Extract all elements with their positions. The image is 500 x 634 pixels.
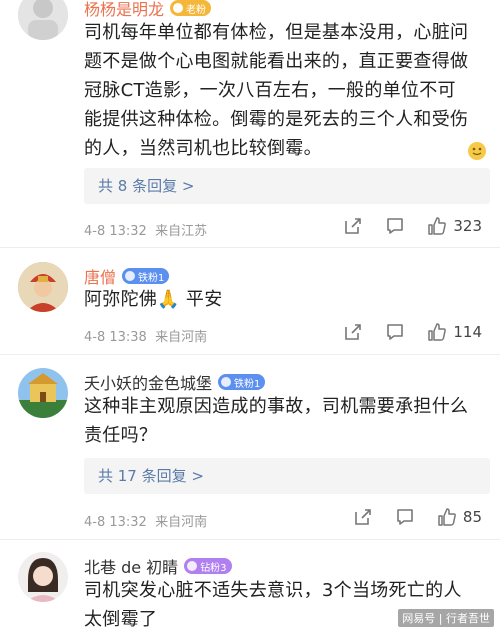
avatar-image — [18, 0, 68, 40]
action-bar: 114 — [343, 322, 482, 342]
crown-icon — [173, 3, 184, 13]
badge-label: 铁粉1 — [138, 272, 165, 284]
like-button[interactable]: 323 — [427, 216, 482, 236]
comment-header: 北巷 de 初睛 钻粉3 — [84, 554, 232, 578]
fan-badge: 钻粉3 — [184, 558, 232, 574]
like-button[interactable]: 85 — [437, 507, 482, 527]
text-line: 的人，当然司机也比较倒霉。 — [84, 138, 322, 159]
username[interactable]: 杨杨是明龙 — [84, 0, 164, 20]
avatar[interactable] — [18, 0, 68, 40]
share-icon[interactable] — [353, 507, 373, 527]
share-icon[interactable] — [343, 216, 363, 236]
text-line: 题不是做个心电图就能看出来的，直正要查得做 — [84, 51, 469, 72]
avatar-image — [18, 552, 68, 602]
thumbs-up-icon — [428, 323, 447, 341]
text-line: 这种非主观原因造成的事故，司机需要承担什么 — [84, 396, 469, 417]
comment-header: 杨杨是明龙 老粉 — [84, 0, 212, 20]
location: 来自河南 — [155, 330, 208, 345]
replies-link[interactable]: 共 8 条回复 > — [84, 168, 490, 204]
diamond-icon — [187, 561, 198, 571]
text-line: 司机每年单位都有体检，但是基本没用，心脏问 — [84, 22, 469, 43]
text-line: 能提供这种体检。倒霉的是死去的三个人和受伤 — [84, 109, 469, 130]
text-line: 冠脉CT造影，一次八百左右，一般的单位不可 — [84, 80, 456, 101]
comment-meta: 4-8 13:32 来自江苏 — [84, 220, 207, 239]
username[interactable]: 北巷 de 初睛 — [84, 554, 178, 578]
comment-header: 夭小妖的金色城堡 铁粉1 — [84, 370, 266, 394]
avatar[interactable] — [18, 552, 68, 602]
like-count: 85 — [462, 508, 482, 526]
fan-badge: 老粉 — [170, 0, 212, 16]
share-icon[interactable] — [343, 322, 363, 342]
avatar[interactable] — [18, 262, 68, 312]
location: 来自江苏 — [155, 224, 208, 239]
diamond-icon — [221, 377, 232, 387]
divider — [0, 539, 500, 540]
like-count: 114 — [453, 323, 482, 341]
comment-icon[interactable] — [395, 507, 415, 527]
replies-link[interactable]: 共 17 条回复 > — [84, 458, 490, 494]
replies-label: 共 17 条回复 > — [98, 467, 204, 485]
timestamp: 4-8 13:32 — [84, 224, 147, 239]
badge-label: 钻粉3 — [200, 562, 227, 574]
comment-meta: 4-8 13:32 来自河南 — [84, 511, 207, 530]
fan-badge: 铁粉1 — [122, 268, 170, 284]
fan-badge: 铁粉1 — [218, 374, 266, 390]
comment-icon[interactable] — [385, 322, 405, 342]
avatar-image — [18, 262, 68, 312]
like-button[interactable]: 114 — [427, 322, 482, 342]
action-bar: 85 — [353, 507, 482, 527]
badge-label: 老粉 — [186, 4, 207, 16]
comment-meta: 4-8 13:38 来自河南 — [84, 326, 207, 345]
avatar-image — [18, 368, 68, 418]
thumbs-up-icon — [428, 217, 447, 235]
timestamp: 4-8 13:32 — [84, 515, 147, 530]
divider — [0, 247, 500, 248]
comment-text: 这种非主观原因造成的事故，司机需要承担什么 责任吗？ — [84, 392, 484, 450]
sticker-icon — [468, 142, 486, 160]
text-line: 司机突发心脏不适失去意识，3个当场死亡的人 — [84, 580, 462, 601]
text-line: 责任吗？ — [84, 425, 158, 446]
avatar[interactable] — [18, 368, 68, 418]
badge-label: 铁粉1 — [234, 378, 261, 390]
replies-label: 共 8 条回复 > — [98, 177, 195, 195]
comment-text: 司机每年单位都有体检，但是基本没用，心脏问 题不是做个心电图就能看出来的，直正要… — [84, 18, 484, 163]
timestamp: 4-8 13:38 — [84, 330, 147, 345]
like-count: 323 — [453, 217, 482, 235]
thumbs-up-icon — [438, 508, 456, 526]
watermark: 网易号 | 行者吾世 — [398, 609, 494, 627]
comment-text: 阿弥陀佛🙏 平安 — [84, 285, 484, 314]
diamond-icon — [125, 271, 136, 281]
divider — [0, 354, 500, 355]
location: 来自河南 — [155, 515, 208, 530]
action-bar: 323 — [343, 216, 482, 236]
text-line: 阿弥陀佛🙏 平安 — [84, 289, 223, 310]
comment-icon[interactable] — [385, 216, 405, 236]
username[interactable]: 夭小妖的金色城堡 — [84, 370, 212, 394]
